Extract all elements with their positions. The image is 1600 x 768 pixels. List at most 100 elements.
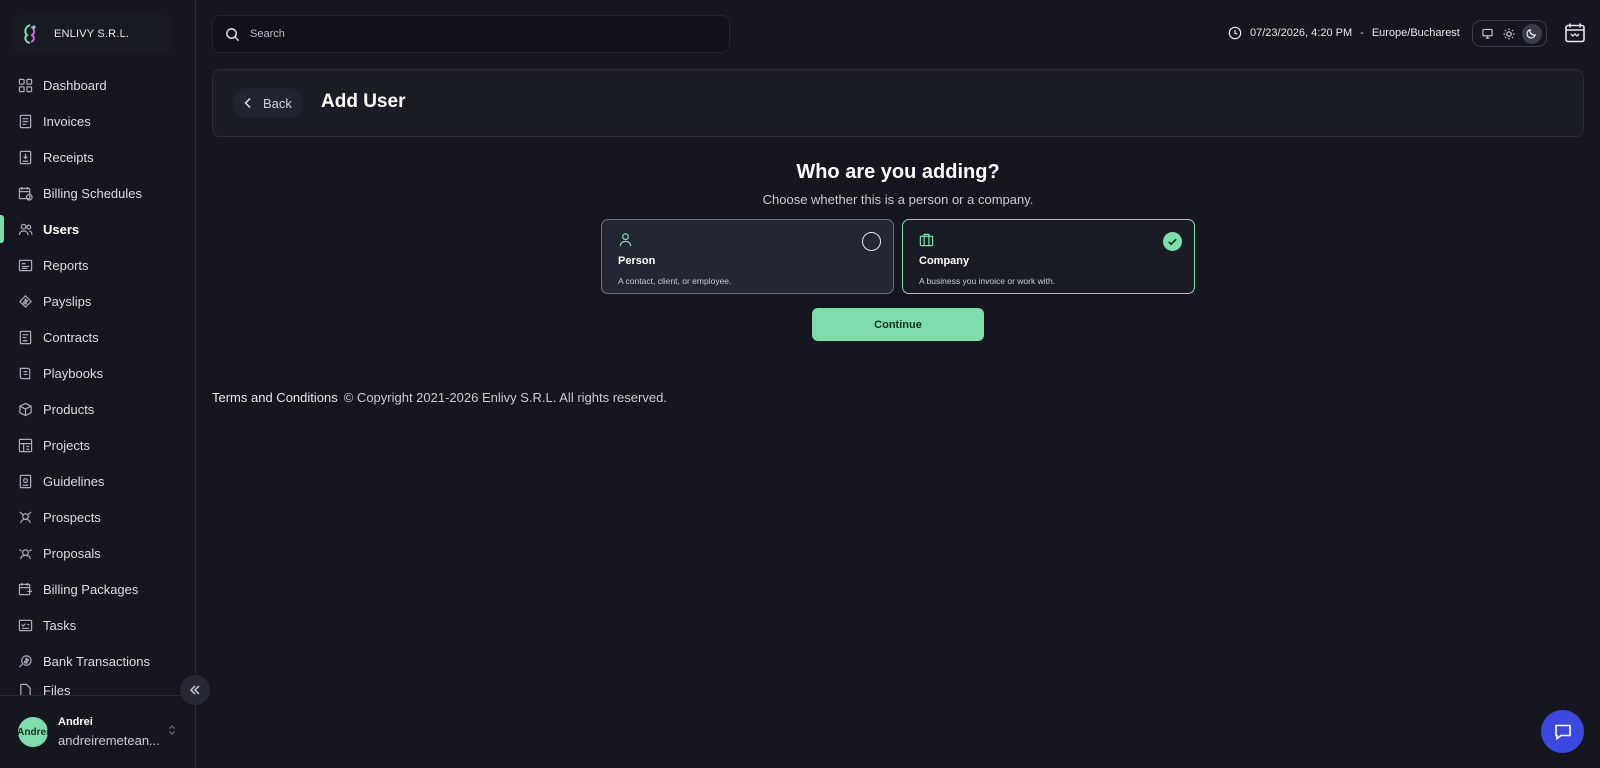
billing-schedule-icon — [18, 186, 33, 201]
sun-icon — [1503, 28, 1515, 39]
reports-icon — [18, 259, 33, 271]
prospects-icon — [19, 510, 32, 523]
invoice-icon — [19, 114, 32, 128]
proposals-icon — [19, 548, 32, 559]
contracts-icon — [19, 330, 32, 344]
users-icon — [18, 223, 33, 235]
guidelines-icon — [19, 474, 32, 488]
sidebar-item-playbooks[interactable]: Playbooks — [0, 355, 195, 391]
sidebar-item-proposals[interactable]: Proposals — [0, 535, 195, 571]
theme-system-option[interactable] — [1477, 24, 1497, 44]
user-name: Andrei — [58, 716, 93, 728]
option-description: A business you invoice or work with. — [919, 276, 1056, 286]
sidebar-item-label: Billing Packages — [43, 581, 139, 597]
sidebar-item-label: Users — [43, 221, 80, 237]
check-icon — [1168, 238, 1177, 246]
sidebar-item-label: Reports — [43, 257, 89, 273]
sidebar-item-label: Dashboard — [43, 77, 107, 93]
sidebar-item-label: Playbooks — [43, 365, 103, 381]
sidebar-item-billing-packages[interactable]: Billing Packages — [0, 571, 195, 607]
sidebar-item-contracts[interactable]: Contracts — [0, 319, 195, 355]
sidebar-item-billing-schedules[interactable]: Billing Schedules — [0, 175, 195, 211]
sidebar-item-dashboard[interactable]: Dashboard — [0, 67, 195, 103]
sidebar-item-label: Tasks — [43, 617, 77, 633]
tasks-icon — [18, 619, 33, 631]
sidebar-item-invoices[interactable]: Invoices — [0, 103, 195, 139]
clock-datetime: 07/23/2026, 4:20 PM — [1250, 27, 1353, 39]
sidebar-item-label: Guidelines — [43, 473, 105, 489]
user-menu[interactable]: Andrei Andrei andreiremetean... — [0, 695, 195, 768]
clock-icon — [1228, 26, 1242, 40]
dashboard-icon — [18, 78, 33, 92]
briefcase-icon — [919, 233, 934, 247]
page-title: Add User — [321, 91, 406, 112]
clock-separator: - — [1360, 27, 1364, 39]
search-icon — [226, 27, 240, 41]
sidebar-item-label: Proposals — [43, 545, 101, 561]
sidebar-item-users[interactable]: Users — [0, 211, 195, 247]
theme-toggle — [1472, 20, 1547, 47]
chevron-up-down-icon — [169, 725, 175, 735]
brand-switcher[interactable]: ENLIVY S.R.L. — [12, 14, 172, 54]
company-option-card[interactable]: Company A business you invoice or work w… — [902, 219, 1195, 294]
products-icon — [19, 402, 32, 416]
sidebar: ENLIVY S.R.L. Dashboard Invoices Receipt… — [0, 0, 196, 768]
receipt-icon — [19, 150, 32, 164]
person-radio[interactable] — [862, 232, 881, 251]
option-description: A contact, client, or employee. — [618, 276, 732, 286]
terms-link[interactable]: Terms and Conditions — [212, 390, 338, 405]
brand-logo-icon — [24, 24, 36, 44]
theme-light-option[interactable] — [1499, 24, 1519, 44]
theme-dark-option[interactable] — [1521, 23, 1542, 44]
company-radio[interactable] — [1163, 232, 1182, 251]
chat-icon — [1554, 724, 1571, 740]
person-option-card[interactable]: Person A contact, client, or employee. — [601, 219, 894, 294]
sidebar-item-label: Payslips — [43, 293, 92, 309]
sidebar-nav: Dashboard Invoices Receipts Billing Sche… — [0, 67, 195, 699]
sidebar-item-label: Prospects — [43, 509, 101, 525]
user-email: andreiremetean... — [58, 733, 160, 748]
sidebar-item-reports[interactable]: Reports — [0, 247, 195, 283]
avatar-text: Andrei — [18, 726, 48, 738]
question-subtitle: Choose whether this is a person or a com… — [762, 192, 1034, 207]
sidebar-item-products[interactable]: Products — [0, 391, 195, 427]
copyright-text: © Copyright 2021-2026 Enlivy S.R.L. All … — [343, 390, 667, 405]
question-title: Who are you adding? — [796, 161, 1000, 183]
brand-name: ENLIVY S.R.L. — [54, 28, 130, 40]
chevron-left-icon — [244, 97, 251, 109]
footer: Terms and Conditions © Copyright 2021-20… — [212, 390, 667, 405]
bank-transactions-icon — [18, 654, 32, 668]
option-title: Company — [919, 255, 970, 267]
back-button[interactable]: Back — [233, 88, 303, 118]
sidebar-item-label: Projects — [43, 437, 90, 453]
sidebar-item-label: Products — [43, 401, 95, 417]
collapse-sidebar-button[interactable] — [180, 675, 210, 705]
sidebar-item-label: Invoices — [43, 113, 91, 129]
sidebar-item-projects[interactable]: Projects — [0, 427, 195, 463]
user-info: Andrei andreiremetean... — [58, 716, 160, 748]
sidebar-item-label: Contracts — [43, 329, 99, 345]
projects-icon — [18, 438, 33, 452]
monitor-icon — [1482, 28, 1493, 39]
chat-button[interactable] — [1541, 710, 1584, 753]
search-input[interactable] — [250, 28, 690, 40]
sidebar-item-receipts[interactable]: Receipts — [0, 139, 195, 175]
sidebar-item-payslips[interactable]: Payslips — [0, 283, 195, 319]
sidebar-item-prospects[interactable]: Prospects — [0, 499, 195, 535]
sidebar-item-label: Billing Schedules — [43, 185, 143, 201]
sidebar-item-bank-transactions[interactable]: Bank Transactions — [0, 643, 195, 679]
moon-icon — [1526, 29, 1537, 39]
calendar-icon[interactable] — [1564, 22, 1586, 44]
playbooks-icon — [19, 367, 31, 379]
billing-packages-icon — [18, 582, 33, 595]
clock: 07/23/2026, 4:20 PM - Europe/Bucharest — [1228, 23, 1460, 43]
person-icon — [619, 233, 632, 247]
sidebar-item-tasks[interactable]: Tasks — [0, 607, 195, 643]
sidebar-item-label: Receipts — [43, 149, 94, 165]
double-chevron-left-icon — [189, 685, 200, 695]
continue-button[interactable]: Continue — [812, 308, 984, 341]
back-label: Back — [263, 95, 292, 111]
search-bar[interactable] — [212, 15, 730, 53]
sidebar-item-guidelines[interactable]: Guidelines — [0, 463, 195, 499]
option-title: Person — [618, 255, 656, 267]
